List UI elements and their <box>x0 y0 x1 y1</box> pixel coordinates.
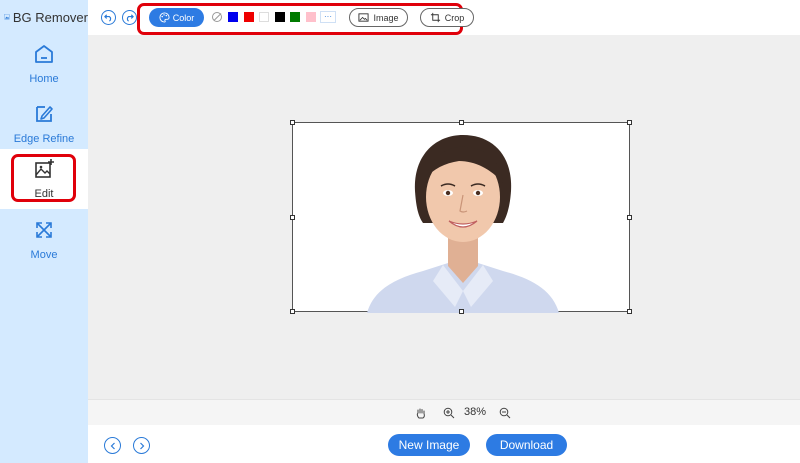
toolbar-highlight-box <box>137 3 463 35</box>
crop-button[interactable]: Crop <box>420 8 474 27</box>
resize-handle[interactable] <box>627 309 632 314</box>
sidebar-item-label: Edge Refine <box>13 133 75 145</box>
zoom-out-icon[interactable] <box>499 407 511 419</box>
home-icon <box>35 45 53 63</box>
image-frame[interactable] <box>290 120 632 314</box>
resize-handle[interactable] <box>290 120 295 125</box>
app-window: BG Remover Home Edge Refine Edit Move Co… <box>0 0 800 463</box>
move-icon <box>36 222 52 238</box>
chevron-right-icon <box>139 442 144 449</box>
sidebar-item-label: Move <box>30 249 58 261</box>
sidebar-item-label: Home <box>29 73 59 85</box>
undo-icon <box>104 14 112 22</box>
hand-icon[interactable] <box>415 407 427 419</box>
bottom-bar: New Image Download <box>88 425 800 463</box>
undo-button[interactable] <box>101 10 116 25</box>
next-button[interactable] <box>133 437 150 454</box>
new-image-button[interactable]: New Image <box>388 434 470 456</box>
sidebar-item-move[interactable]: Move <box>0 210 88 270</box>
portrait-image <box>367 135 559 313</box>
resize-handle[interactable] <box>459 120 464 125</box>
pen-icon <box>36 106 53 122</box>
redo-icon <box>126 14 134 22</box>
app-title: BG Remover <box>12 9 88 25</box>
resize-handle[interactable] <box>459 309 464 314</box>
zoom-in-icon[interactable] <box>443 407 455 419</box>
sidebar-item-home[interactable]: Home <box>0 34 88 94</box>
crop-button-label: Crop <box>444 12 465 23</box>
resize-handle[interactable] <box>290 215 295 220</box>
edit-highlight-box <box>11 154 76 202</box>
resize-handle[interactable] <box>290 309 295 314</box>
sidebar: BG Remover Home Edge Refine Edit Move <box>0 0 88 463</box>
download-button[interactable]: Download <box>486 434 567 456</box>
crop-icon <box>430 12 440 23</box>
sidebar-item-edge-refine[interactable]: Edge Refine <box>0 94 88 154</box>
chevron-left-icon <box>110 442 115 449</box>
brand: BG Remover <box>0 0 88 34</box>
app-logo-icon <box>4 14 10 20</box>
previous-button[interactable] <box>104 437 121 454</box>
resize-handle[interactable] <box>627 215 632 220</box>
resize-handle[interactable] <box>627 120 632 125</box>
zoom-bar: 38% <box>88 399 800 425</box>
canvas-area[interactable] <box>88 35 800 399</box>
top-toolbar: Color ··· Image Crop <box>88 0 800 35</box>
redo-button[interactable] <box>122 10 137 25</box>
zoom-level: 38% <box>464 406 487 418</box>
